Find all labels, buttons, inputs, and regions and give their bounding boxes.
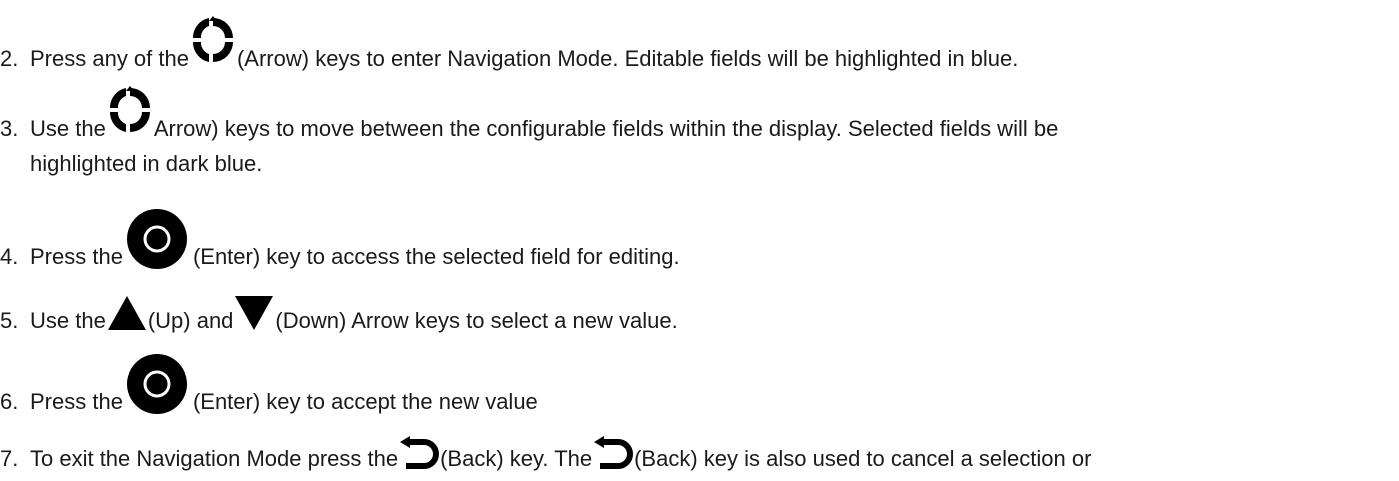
step-text-middle: (Up) and — [147, 308, 234, 333]
step-3: 3. Use the Arrow) keys to move between t… — [0, 86, 1059, 141]
step-4: 4. Press the (Enter) key to access the s… — [0, 209, 680, 269]
step-text-end: (Arrow) keys to enter Navigation Mode. E… — [236, 46, 1019, 71]
step-7: 7. To exit the Navigation Mode press the… — [0, 436, 1092, 472]
enter-key-icon — [123, 208, 193, 270]
up-triangle-icon — [106, 292, 148, 334]
four-way-arrow-keys-icon — [189, 14, 237, 64]
step-text-start: Use the — [30, 308, 106, 333]
step-text-start: Press any of the — [30, 46, 189, 71]
step-text-start: Press the — [30, 244, 123, 269]
back-key-icon — [398, 436, 440, 472]
step-number: 5. — [0, 308, 19, 333]
step-text-start: To exit the Navigation Mode press the — [30, 446, 399, 471]
down-triangle-icon — [233, 292, 275, 334]
step-3-continuation: highlighted in dark blue. — [30, 151, 263, 176]
step-text-end: (Back) key is also used to cancel a sele… — [634, 446, 1092, 471]
step-text-end: (Enter) key to accept the new value — [192, 389, 538, 414]
step-number: 3. — [0, 116, 19, 141]
step-text-start: Use the — [30, 116, 106, 141]
step-5: 5. Use the (Up) and (Down) Arrow keys to… — [0, 296, 678, 333]
step-text-end: (Down) Arrow keys to select a new value. — [275, 308, 678, 333]
step-text-end: Arrow) keys to move between the configur… — [153, 116, 1059, 141]
step-number: 7. — [0, 446, 19, 471]
step-text-middle: (Back) key. The — [440, 446, 593, 471]
enter-key-icon — [123, 353, 193, 415]
step-2: 2. Press any of the (Arrow) keys to ente… — [0, 16, 1019, 71]
step-6: 6. Press the (Enter) key to accept the n… — [0, 354, 538, 414]
step-number: 6. — [0, 389, 19, 414]
step-number: 2. — [0, 46, 19, 71]
back-key-icon — [592, 436, 634, 472]
step-number: 4. — [0, 244, 19, 269]
step-text-start: Press the — [30, 389, 123, 414]
four-way-arrow-keys-icon — [106, 84, 154, 134]
step-text-end: (Enter) key to access the selected field… — [192, 244, 680, 269]
